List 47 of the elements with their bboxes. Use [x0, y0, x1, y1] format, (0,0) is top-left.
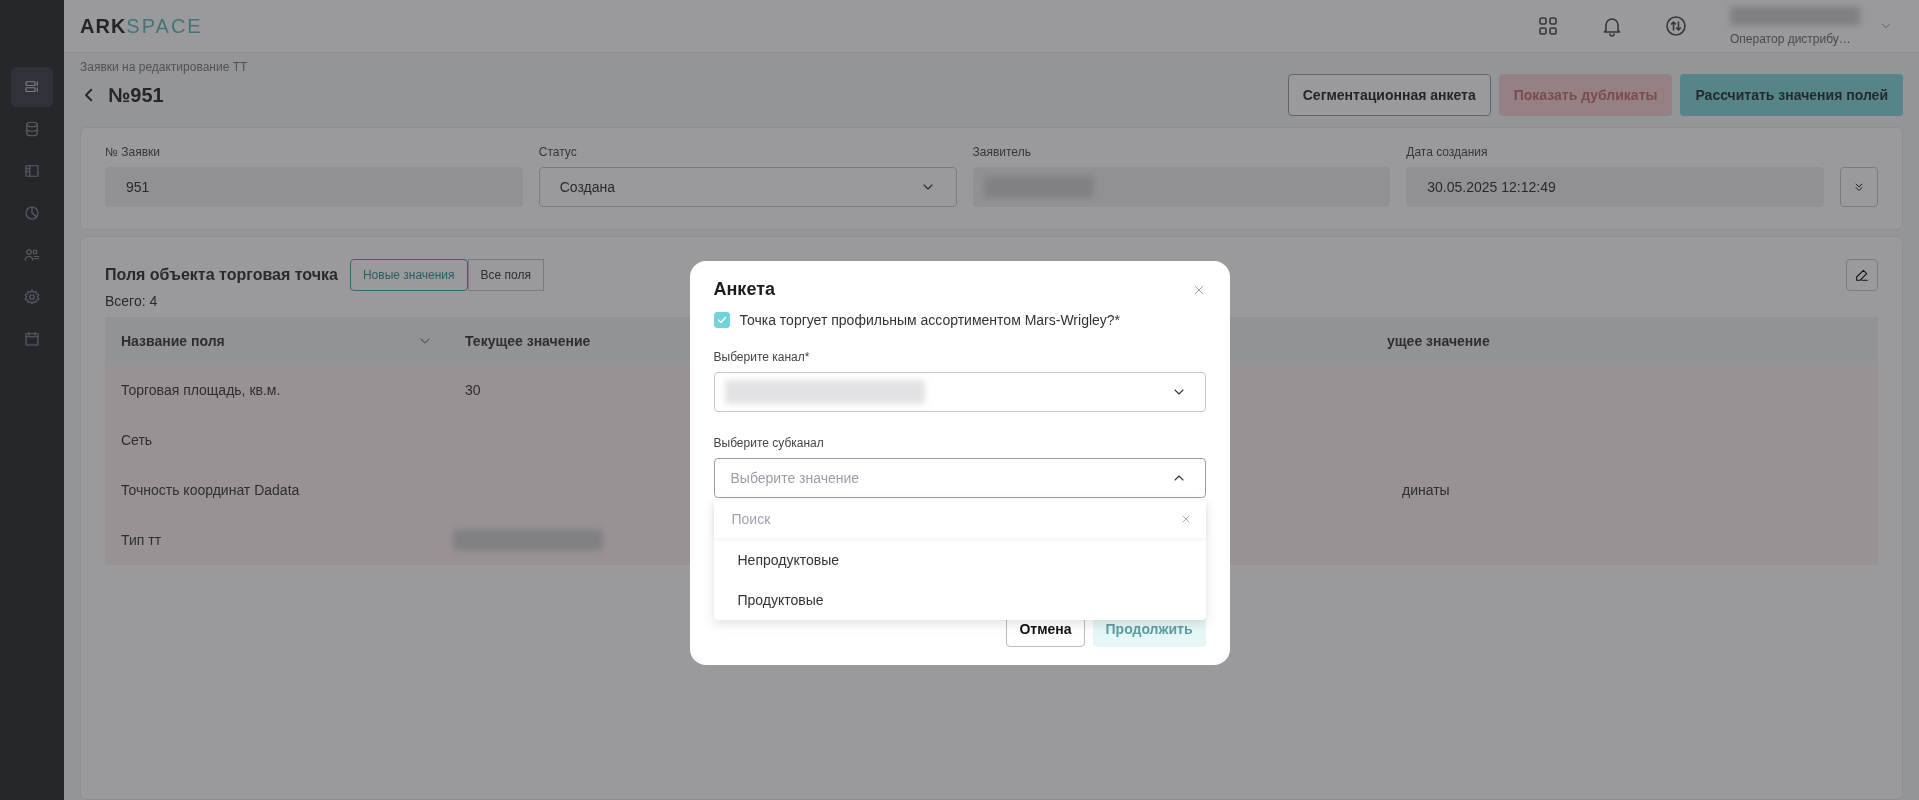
sidebar-item[interactable]	[11, 67, 53, 107]
filter-tab[interactable]: Новые значения	[349, 259, 468, 291]
pencil-icon	[1854, 267, 1870, 283]
page-title: №951	[108, 83, 164, 107]
dialog-title: Анкета	[713, 279, 775, 300]
settings-icon	[23, 288, 41, 306]
field-label: Выберите канал*	[713, 350, 811, 364]
filter-tab[interactable]: Все поля	[467, 259, 544, 291]
table-cell: 30	[465, 382, 481, 398]
action-button[interactable]: Рассчитать значения полей	[1680, 74, 1903, 116]
check-icon	[715, 314, 728, 326]
table-cell: Сеть	[105, 415, 449, 465]
field-label: Заявитель	[972, 145, 1032, 159]
total-count: Всего: 4	[105, 293, 159, 309]
logo: ARKSPACE	[80, 14, 203, 38]
checkbox[interactable]	[713, 312, 730, 328]
dropdown-option[interactable]: Непродуктовые	[713, 540, 1206, 580]
input-field: 951	[105, 167, 523, 207]
table-cell: Торговая площадь, кв.м.	[105, 365, 449, 415]
table-cell: Тип тт	[105, 515, 449, 565]
layout-icon	[23, 162, 41, 180]
panel-title: Поля объекта торговая точка	[105, 266, 338, 284]
subchannel-select[interactable]: Выберите значение	[713, 458, 1206, 498]
checkbox-label: Точка торгует профильным ассортиментом Mars-Wrigley?*	[739, 312, 1121, 328]
action-button[interactable]: Сегментационная анкета	[1287, 74, 1491, 116]
search-field[interactable]: Поиск	[731, 511, 932, 527]
field-label: Выберите субканал	[713, 436, 825, 450]
column-header: Текущее значение	[465, 333, 591, 349]
edit-button[interactable]	[1846, 259, 1878, 291]
user-role: Оператор дистрибу…	[1730, 32, 1852, 46]
status-select[interactable]: Создана	[538, 167, 957, 207]
breadcrumb[interactable]: Заявки на редактирование ТТ	[80, 60, 1903, 74]
table-cell: Точность координат Dadata	[105, 465, 449, 515]
column-header: ущее значение	[1386, 333, 1490, 349]
input-field: 30.05.2025 12:12:49	[1406, 167, 1824, 207]
calendar-icon	[23, 330, 41, 348]
column-title: Название поля	[121, 333, 225, 349]
users-icon	[23, 246, 41, 264]
apps-grid-icon[interactable]	[1536, 14, 1560, 38]
field-label: № Заявки	[105, 145, 161, 159]
database-icon	[23, 120, 41, 138]
collapse-button[interactable]	[1840, 167, 1878, 207]
swap-icon[interactable]	[1664, 14, 1688, 38]
table-cell-text: динаты	[1401, 482, 1450, 498]
field-label: Дата создания	[1406, 145, 1489, 159]
field-label: Статус	[538, 145, 578, 159]
pie-chart-icon	[23, 204, 41, 222]
